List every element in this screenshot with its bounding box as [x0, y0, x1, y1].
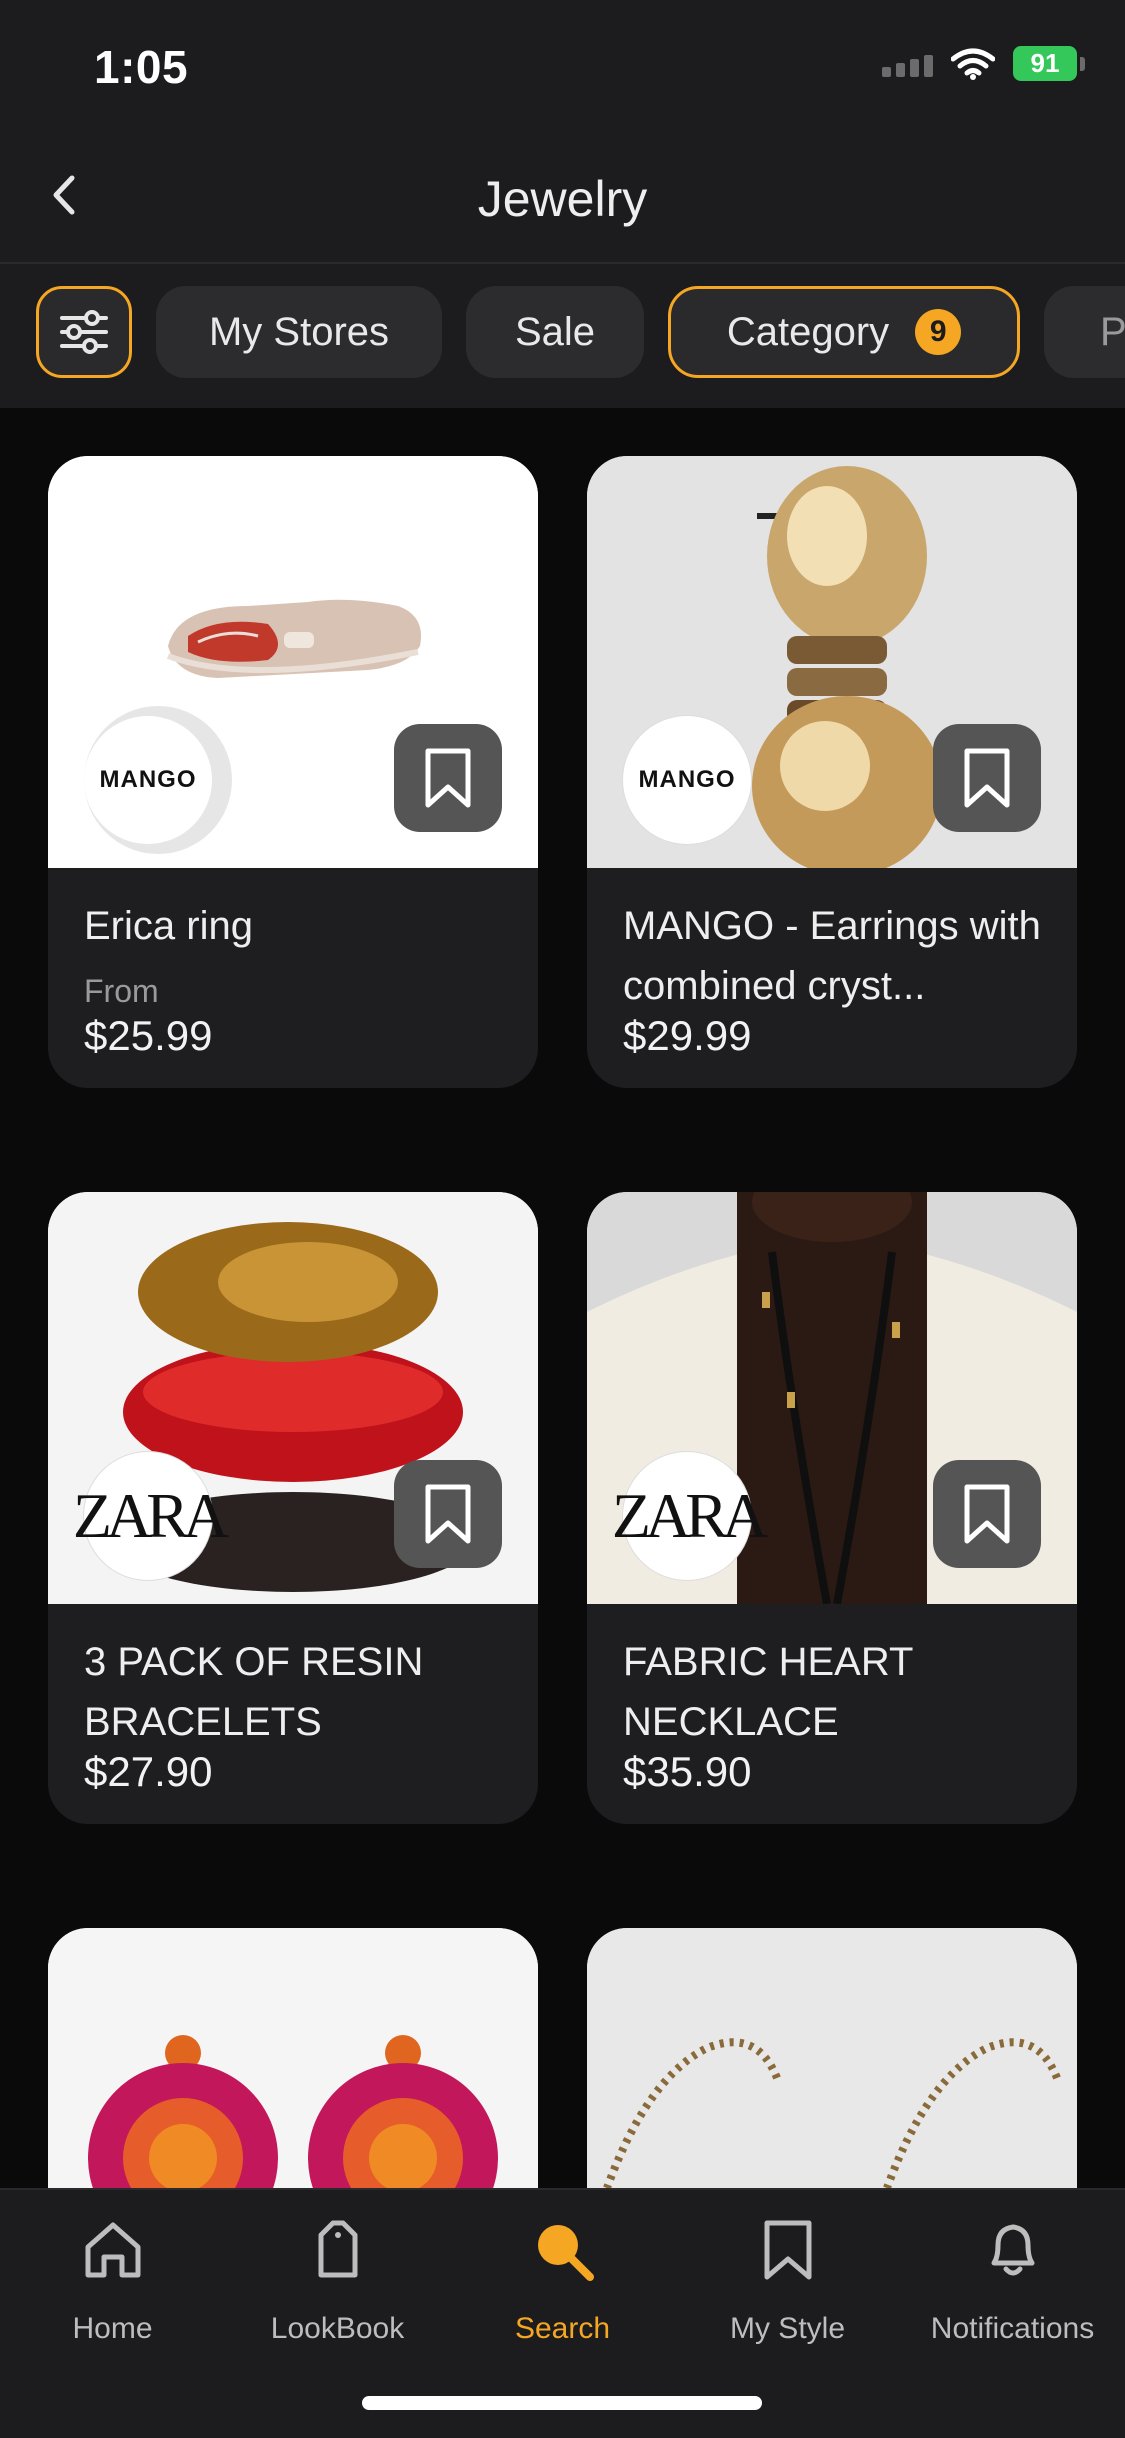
product-image: MANGO [48, 456, 538, 868]
brand-logo: ZARA [73, 1452, 229, 1580]
tab-search[interactable]: Search [450, 2210, 675, 2346]
status-bar: 1:05 91 [0, 0, 1125, 130]
product-info: 3 PACK OF RESIN BRACELETS $27.90 [48, 1604, 538, 1824]
bookmark-icon [425, 1484, 471, 1544]
brand-logo: ZARA [612, 1452, 768, 1580]
product-price: $29.99 [623, 1012, 752, 1059]
save-button[interactable] [933, 724, 1041, 832]
product-title: Erica ring [84, 904, 253, 948]
chip-category[interactable]: Category 9 [668, 286, 1020, 378]
chip-partial[interactable]: P [1044, 286, 1125, 378]
battery-icon: 91 [1013, 46, 1085, 81]
product-card[interactable]: ZARA FABRIC HEART NECKLACE $35.90 [587, 1192, 1077, 1824]
tab-home[interactable]: Home [0, 2210, 225, 2346]
brand-name: ZARA [611, 1480, 768, 1551]
product-title: MANGO - Earrings with combined cryst... [623, 904, 1041, 1008]
lookbook-bag-icon [318, 2220, 357, 2278]
brand-logo: MANGO [623, 716, 751, 844]
product-image: ZARA [48, 1192, 538, 1604]
page-title: Jewelry [477, 171, 648, 227]
home-icon [85, 2222, 140, 2278]
product-title: 3 PACK OF RESIN BRACELETS [84, 1640, 424, 1744]
product-price: $35.90 [623, 1748, 752, 1795]
search-icon [537, 2225, 594, 2281]
home-indicator [362, 2396, 762, 2410]
battery-level: 91 [1013, 46, 1077, 81]
brand-name: ZARA [72, 1480, 229, 1551]
bell-icon [991, 2224, 1034, 2276]
tab-label: My Style [729, 2312, 846, 2345]
chip-label: Sale [514, 309, 596, 354]
product-info: FABRIC HEART NECKLACE $35.90 [587, 1604, 1077, 1824]
status-icons: 91 [882, 46, 1085, 81]
product-info: Erica ring From $25.99 [48, 868, 538, 1088]
filter-button[interactable] [36, 286, 132, 378]
product-price: $25.99 [84, 1012, 213, 1059]
product-card[interactable]: ZARA 3 PACK OF RESIN BRACELETS $27.90 [48, 1192, 538, 1824]
tab-notifications[interactable]: Notifications [900, 2210, 1125, 2346]
brand-logo: MANGO [84, 716, 212, 844]
tab-label: Search [514, 2312, 611, 2345]
chip-sale[interactable]: Sale [466, 286, 644, 378]
price-prefix: From [84, 973, 159, 1009]
tab-label: Home [72, 2312, 153, 2345]
tab-my-style[interactable]: My Style [675, 2210, 900, 2346]
save-button[interactable] [933, 1460, 1041, 1568]
bookmark-icon [425, 748, 471, 808]
tab-label: Notifications [930, 2312, 1095, 2345]
brand-name: MANGO [99, 766, 197, 793]
chip-my-stores[interactable]: My Stores [156, 286, 442, 378]
save-button[interactable] [394, 1460, 502, 1568]
product-price: $27.90 [84, 1748, 213, 1795]
tab-lookbook[interactable]: LookBook [225, 2210, 450, 2346]
bookmark-icon [964, 1484, 1010, 1544]
chip-label: My Stores [208, 309, 390, 354]
status-time: 1:05 [94, 41, 189, 93]
chip-label: Category [726, 309, 890, 354]
my-style-bookmark-icon [764, 2220, 811, 2280]
product-info: MANGO - Earrings with combined cryst... … [587, 868, 1077, 1088]
signal-icon [882, 51, 933, 77]
save-button[interactable] [394, 724, 502, 832]
bookmark-icon [964, 748, 1010, 808]
filter-row: My Stores Sale Category 9 P [0, 264, 1125, 408]
tab-label: LookBook [270, 2312, 405, 2345]
product-card[interactable]: MANGO MANGO - Earrings with combined cry… [587, 456, 1077, 1088]
brand-name: MANGO [638, 766, 736, 793]
navigation-bar: Jewelry [0, 130, 1125, 264]
product-title: FABRIC HEART NECKLACE [623, 1640, 913, 1744]
chip-label: P [1100, 309, 1125, 354]
wifi-icon [951, 48, 995, 80]
filter-sliders-icon [60, 310, 108, 354]
product-image: ZARA [587, 1192, 1077, 1604]
product-card[interactable]: MANGO Erica ring From $25.99 [48, 456, 538, 1088]
product-image: MANGO [587, 456, 1077, 868]
category-count-badge: 9 [915, 309, 962, 355]
